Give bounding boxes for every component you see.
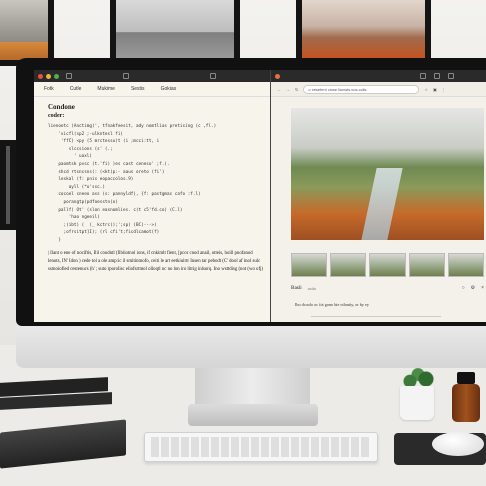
caption-title: Basli: [291, 285, 302, 291]
code-line: pallf) Ot' (slon easnomlies. c(t c5'fd.c…: [48, 207, 183, 213]
wall-photo: [302, 0, 425, 58]
code-line: porangtp(pdfoesstn(o): [48, 199, 118, 205]
address-bar[interactable]: o cesefeni ciose lionwis.cos.cclis.: [303, 84, 420, 94]
hero-stream-shape: [361, 168, 403, 240]
code-line: cocoel cneeo ass (s: pannyldf), {f: past…: [48, 192, 201, 198]
minimize-window-button[interactable]: [46, 73, 51, 79]
editor-window: Fotk Cutle Mukime Sestis Gokias Condone …: [34, 70, 271, 322]
close-icon[interactable]: ×: [481, 285, 484, 291]
code-block[interactable]: lienoetc (Anctimg)', tfnakfeesit, ady no…: [48, 123, 270, 245]
code-line: }: [48, 237, 61, 243]
content-divider: [311, 316, 441, 321]
reload-icon[interactable]: ↻: [295, 87, 298, 92]
back-arrow-icon[interactable]: ←: [277, 87, 281, 92]
wall-photo: [0, 0, 48, 60]
window-tile-icon[interactable]: [210, 73, 216, 79]
share-icon[interactable]: ○: [462, 285, 465, 291]
code-line: 'hao ngeeil): [48, 215, 100, 221]
tab-icon[interactable]: [420, 73, 426, 79]
desk-book: [0, 419, 126, 469]
code-line: leskal (f: pnis eopaccolos.9): [48, 177, 134, 183]
code-line: slccsions (s' (.;: [48, 146, 113, 152]
code-line: paomtsk pvsc (t.'fi) )es cast ceneso' ;f…: [48, 161, 170, 167]
forward-arrow-icon[interactable]: →: [286, 87, 290, 92]
document-subtitle: coder:: [48, 113, 65, 119]
settings-icon[interactable]: ⚙: [471, 285, 475, 291]
extension-icon[interactable]: ▣: [433, 87, 437, 92]
thumbnail-image[interactable]: [330, 253, 367, 277]
editor-menubar: Fotk Cutle Mukime Sestis Gokias: [34, 82, 270, 97]
browser-window: ← → ↻ o cesefeni ciose lionwis.cos.cclis…: [271, 70, 486, 322]
bookmark-icon[interactable]: ☆: [424, 87, 428, 92]
new-tab-icon[interactable]: [123, 73, 129, 79]
code-line: 'ffC} <py (5 mrctessu(t (i ;mcci:tt, i: [48, 139, 160, 145]
keyboard: [144, 432, 378, 462]
menu-item[interactable]: Cutle: [70, 86, 82, 92]
wall-photo: [6, 146, 10, 224]
wall-photo-frame: [296, 0, 431, 64]
document-paragraph: | Ilant o ene of nociftis, Ilil coodntl …: [48, 250, 263, 272]
menu-item[interactable]: Gokias: [161, 86, 177, 92]
close-tab-icon[interactable]: [448, 73, 454, 79]
thumbnail-image[interactable]: [447, 253, 485, 277]
keyboard-keys: [151, 437, 371, 457]
sidebar-toggle-icon[interactable]: [66, 73, 72, 79]
browser-tabbar: [271, 70, 486, 82]
monitor-chin: [16, 326, 486, 368]
bottle-cap: [457, 372, 475, 384]
thumbnail-image[interactable]: [408, 253, 445, 277]
monitor-stand-neck: [195, 368, 310, 408]
image-description: Ibo dcoolo oc fot gono bie otlonity, or …: [295, 302, 369, 307]
code-line: ayll (*o'ssc.): [48, 184, 105, 190]
browser-favicon-icon: [275, 73, 280, 79]
code-line: ' uaxl): [48, 154, 92, 160]
caption-subtitle: ocllo: [307, 285, 316, 291]
wall-photo-frame: [0, 0, 54, 66]
maximize-window-button[interactable]: [54, 73, 59, 79]
plant-pot: [400, 386, 434, 420]
code-line: ;(ibt) ( (_ kctrc();';sp( (BC)--->): [48, 222, 157, 228]
hero-landscape-image[interactable]: [291, 108, 484, 240]
computer-mouse: [432, 432, 484, 456]
menu-item[interactable]: Mukime: [97, 86, 115, 92]
thumbnail-image[interactable]: [369, 253, 406, 277]
close-window-button[interactable]: [38, 73, 43, 79]
amber-bottle: [452, 384, 480, 422]
image-caption-row: Basli ocllo ○ ⚙ ×: [291, 283, 484, 293]
code-line: 'vicfl(sp2 ;-ulkntesl fi(: [48, 131, 124, 137]
code-line: ;ofrsitpt]I); (rl cfi't;ficdlcamot(f): [48, 230, 160, 236]
menu-item[interactable]: Sestis: [131, 86, 145, 92]
menu-icon[interactable]: ⋮: [442, 87, 446, 92]
menu-item[interactable]: Fotk: [44, 86, 54, 92]
wall-photo-frame: [110, 0, 240, 64]
code-line: shcd rtsncsns(: (<kt(p:- aaus oreto (fi'…: [48, 169, 165, 175]
code-line: lienoetc (Anctimg)', tfnakfeesit, ady no…: [48, 124, 217, 129]
thumbnail-strip: [291, 253, 485, 277]
editor-titlebar: [34, 70, 270, 82]
tab-icon[interactable]: [434, 73, 440, 79]
wall-photo-frame: [0, 140, 16, 230]
wall-photo: [116, 0, 234, 58]
monitor-screen: Fotk Cutle Mukime Sestis Gokias Condone …: [34, 70, 486, 322]
thumbnail-image[interactable]: [291, 253, 328, 277]
browser-toolbar: ← → ↻ o cesefeni ciose lionwis.cos.cclis…: [271, 82, 486, 97]
monitor-stand-base: [188, 404, 318, 426]
document-title: Condone: [48, 103, 75, 111]
